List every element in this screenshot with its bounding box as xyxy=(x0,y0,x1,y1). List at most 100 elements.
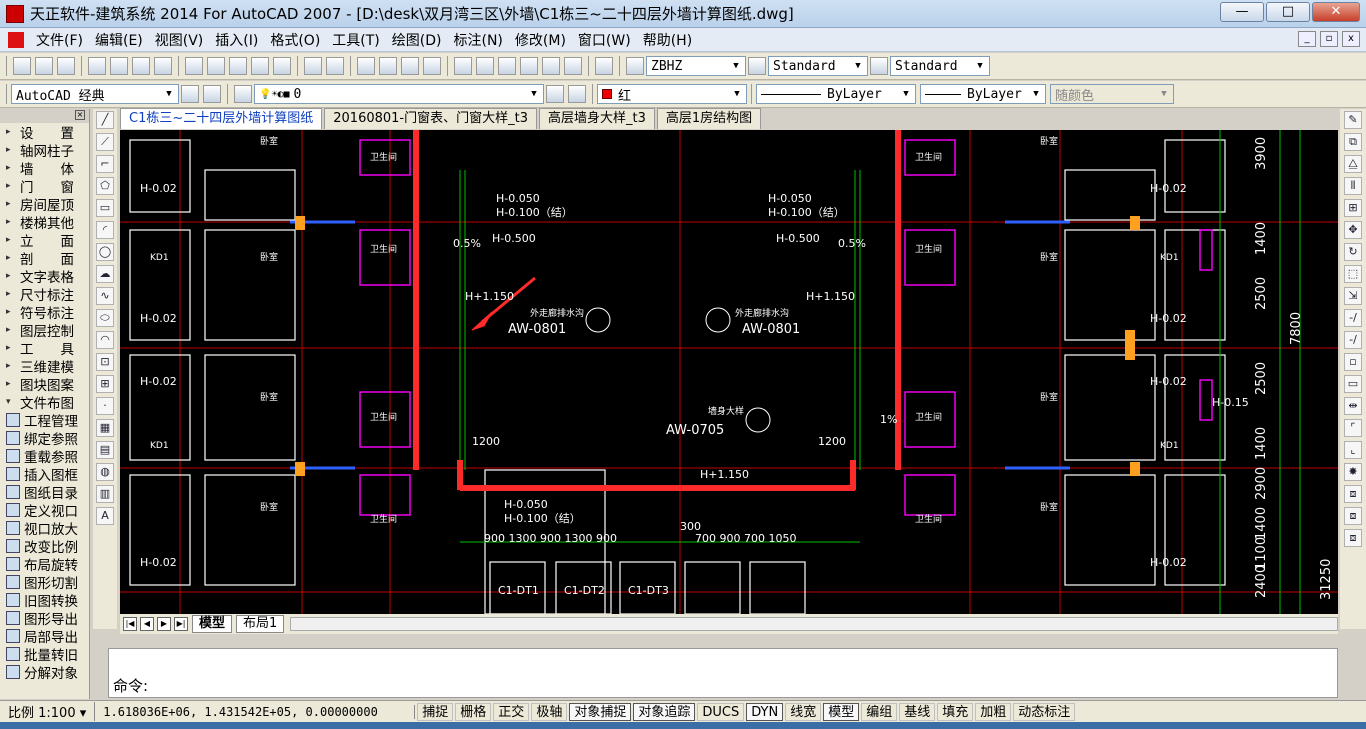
layer-manager-icon[interactable] xyxy=(234,85,252,103)
layer-previous-icon[interactable] xyxy=(568,85,586,103)
panel-subitem[interactable]: 定义视口 xyxy=(0,501,89,520)
spline-icon[interactable]: ∿ xyxy=(96,287,114,305)
zoom-window-icon[interactable] xyxy=(401,57,419,75)
maximize-button[interactable]: □ xyxy=(1266,2,1310,22)
undo-icon[interactable] xyxy=(304,57,322,75)
tab-structure[interactable]: 高层1房结构图 xyxy=(656,108,762,129)
snap-toggle[interactable]: 捕捉 xyxy=(417,702,454,721)
lineweight-select[interactable]: ByLayer ▼ xyxy=(920,84,1046,104)
panel-subitem[interactable]: 工程管理 xyxy=(0,411,89,430)
pan-icon[interactable] xyxy=(357,57,375,75)
menu-modify[interactable]: 修改(M) xyxy=(509,30,572,50)
next-tab-icon[interactable]: ▶ xyxy=(157,617,171,631)
revision-cloud-icon[interactable]: ☁ xyxy=(96,265,114,283)
scale-selector[interactable]: 比例 1:100 ▾ xyxy=(0,702,96,721)
text-style-icon[interactable] xyxy=(626,57,644,75)
panel-item[interactable]: ▸ 三维建模 xyxy=(0,357,89,376)
open-icon[interactable] xyxy=(35,57,53,75)
menu-dimension[interactable]: 标注(N) xyxy=(448,30,509,50)
arc-icon[interactable]: ◜ xyxy=(96,221,114,239)
make-block-icon[interactable]: ⊞ xyxy=(96,375,114,393)
panel-subitem[interactable]: 图形导出 xyxy=(0,609,89,628)
workspace-select[interactable]: AutoCAD 经典 ▼ xyxy=(11,84,179,104)
hatch-icon[interactable]: ▦ xyxy=(96,419,114,437)
properties-icon[interactable] xyxy=(454,57,472,75)
panel-item[interactable]: ▸ 工 具 xyxy=(0,339,89,358)
break-icon[interactable]: ▭ xyxy=(1344,375,1362,393)
panel-close-button[interactable]: × xyxy=(75,110,85,120)
mirror-icon[interactable]: ⧋ xyxy=(1344,155,1362,173)
gradient-icon[interactable]: ▤ xyxy=(96,441,114,459)
help-icon[interactable] xyxy=(595,57,613,75)
region-icon[interactable]: ◍ xyxy=(96,463,114,481)
print-preview-icon[interactable] xyxy=(110,57,128,75)
panel-item[interactable]: ▸ 文字表格 xyxy=(0,267,89,286)
publish-icon[interactable] xyxy=(132,57,150,75)
command-window[interactable]: 命令: xyxy=(108,648,1338,698)
make-current-layer-icon[interactable] xyxy=(546,85,564,103)
close-button[interactable]: ✕ xyxy=(1312,2,1360,22)
tab-wall-detail[interactable]: 高层墙身大样_t3 xyxy=(538,108,655,129)
panel-item[interactable]: ▸ 尺寸标注 xyxy=(0,285,89,304)
panel-item[interactable]: ▸ 楼梯其他 xyxy=(0,213,89,232)
panel-subitem[interactable]: 批量转旧 xyxy=(0,645,89,664)
calculator-icon[interactable] xyxy=(564,57,582,75)
tab-door-window[interactable]: 20160801-门窗表、门窗大样_t3 xyxy=(324,108,537,129)
workspace-save-icon[interactable] xyxy=(203,85,221,103)
panel-subitem[interactable]: 旧图转换 xyxy=(0,591,89,610)
panel-item[interactable]: ▸ 门 窗 xyxy=(0,177,89,196)
first-tab-icon[interactable]: |◀ xyxy=(123,617,137,631)
offset-icon[interactable]: ⫴ xyxy=(1344,177,1362,195)
line-icon[interactable]: ╱ xyxy=(96,111,114,129)
menu-draw[interactable]: 绘图(D) xyxy=(386,30,448,50)
baseline-toggle[interactable]: 基线 xyxy=(899,702,936,721)
panel-item[interactable]: ▸ 轴网柱子 xyxy=(0,141,89,160)
panel-item[interactable]: ▸ 墙 体 xyxy=(0,159,89,178)
rotate-icon[interactable]: ↻ xyxy=(1344,243,1362,261)
erase-icon[interactable]: ✎ xyxy=(1344,111,1362,129)
panel-item[interactable]: ▸ 剖 面 xyxy=(0,249,89,268)
trim-icon[interactable]: -/ xyxy=(1344,309,1362,327)
document-icon[interactable] xyxy=(8,31,24,48)
zoom-previous-icon[interactable] xyxy=(423,57,441,75)
tab-c1-drawing[interactable]: C1栋三~二十四层外墙计算图纸 xyxy=(120,108,323,129)
chamfer-icon[interactable]: ⌜ xyxy=(1344,419,1362,437)
menu-insert[interactable]: 插入(I) xyxy=(209,30,264,50)
copy-icon[interactable] xyxy=(207,57,225,75)
doc-restore-button[interactable]: ▫ xyxy=(1320,31,1338,47)
menu-help[interactable]: 帮助(H) xyxy=(637,30,698,50)
grid-toggle[interactable]: 栅格 xyxy=(455,702,492,721)
move-icon[interactable]: ✥ xyxy=(1344,221,1362,239)
workspace-settings-icon[interactable] xyxy=(181,85,199,103)
panel-item[interactable]: ▾ 文件布图 xyxy=(0,393,89,412)
insert-block-icon[interactable]: ⊡ xyxy=(96,353,114,371)
polygon-icon[interactable]: ⬠ xyxy=(96,177,114,195)
break-point-icon[interactable]: ▫ xyxy=(1344,353,1362,371)
panel-item[interactable]: ▸ 房间屋顶 xyxy=(0,195,89,214)
stretch-icon[interactable]: ⇲ xyxy=(1344,287,1362,305)
print-icon[interactable] xyxy=(88,57,106,75)
scale-icon[interactable]: ⬚ xyxy=(1344,265,1362,283)
markup-icon[interactable] xyxy=(542,57,560,75)
circle-icon[interactable]: ◯ xyxy=(96,243,114,261)
tab-model[interactable]: 模型 xyxy=(192,615,233,633)
prev-tab-icon[interactable]: ◀ xyxy=(140,617,154,631)
panel-subitem[interactable]: 分解对象 xyxy=(0,663,89,682)
panel-subitem[interactable]: 插入图框 xyxy=(0,465,89,484)
ellipse-arc-icon[interactable]: ◠ xyxy=(96,331,114,349)
rectangle-icon[interactable]: ▭ xyxy=(96,199,114,217)
sheet-set-icon[interactable] xyxy=(520,57,538,75)
table-style-icon[interactable] xyxy=(870,57,888,75)
panel-item[interactable]: ▸ 立 面 xyxy=(0,231,89,250)
dynamic-dim-toggle[interactable]: 动态标注 xyxy=(1013,702,1076,721)
menu-tools[interactable]: 工具(T) xyxy=(326,30,385,50)
ortho-toggle[interactable]: 正交 xyxy=(493,702,530,721)
match-properties-icon[interactable] xyxy=(251,57,269,75)
save-icon[interactable] xyxy=(57,57,75,75)
cut-icon[interactable] xyxy=(185,57,203,75)
otrack-toggle[interactable]: 对象追踪 xyxy=(633,702,696,721)
explode-icon[interactable]: ✸ xyxy=(1344,463,1362,481)
group-toggle[interactable]: 编组 xyxy=(861,702,898,721)
layer-select[interactable]: 💡☀◐■ 0 ▼ xyxy=(254,84,544,104)
coordinates-display[interactable]: 1.618036E+06, 1.431542E+05, 0.00000000 xyxy=(95,704,416,719)
